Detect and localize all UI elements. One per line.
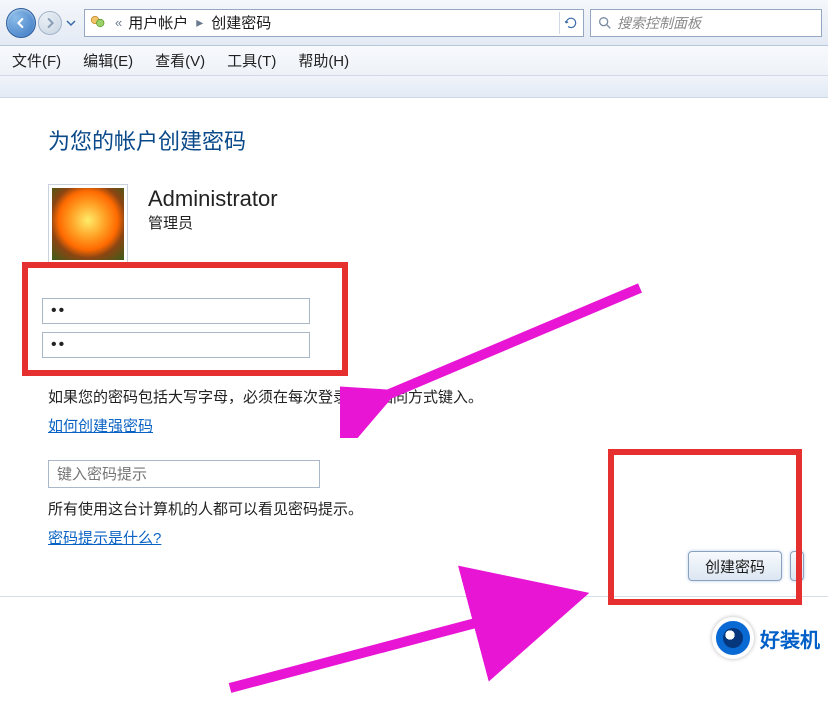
search-placeholder: 搜索控制面板 (617, 13, 701, 33)
account-role: 管理员 (148, 212, 278, 233)
explorer-navbar: « 用户帐户 ▸ 创建密码 搜索控制面板 (0, 0, 828, 46)
password-fields-highlight (22, 262, 348, 376)
chevron-down-icon (66, 18, 76, 28)
create-password-button[interactable]: 创建密码 (688, 551, 782, 581)
new-password-input[interactable] (42, 298, 310, 324)
breadcrumb-user-accounts[interactable]: 用户帐户 (126, 12, 190, 33)
menu-edit[interactable]: 编辑(E) (83, 50, 133, 71)
avatar-image (52, 188, 124, 260)
forward-button[interactable] (38, 11, 62, 35)
account-avatar (48, 184, 128, 264)
caps-lock-note: 如果您的密码包括大写字母，必须在每次登录时以相同方式键入。 (48, 386, 788, 407)
annotation-arrow-2 (200, 538, 600, 708)
hint-visibility-note: 所有使用这台计算机的人都可以看见密码提示。 (48, 498, 788, 519)
confirm-password-input[interactable] (42, 332, 310, 358)
page-title: 为您的帐户创建密码 (48, 124, 788, 156)
refresh-button[interactable] (559, 12, 581, 34)
account-header: Administrator 管理员 (48, 184, 788, 264)
menu-bar: 文件(F) 编辑(E) 查看(V) 工具(T) 帮助(H) (0, 46, 828, 76)
arrow-left-icon (13, 15, 29, 31)
annotation-arrow-1 (340, 268, 660, 438)
breadcrumb-separator: ▸ (196, 14, 203, 31)
search-icon (597, 15, 613, 31)
password-hint-link[interactable]: 密码提示是什么? (48, 527, 161, 548)
watermark: 好装机 (712, 617, 820, 659)
nav-history-dropdown[interactable] (64, 11, 78, 35)
user-accounts-icon (89, 14, 107, 32)
address-bar[interactable]: « 用户帐户 ▸ 创建密码 (84, 9, 584, 37)
cancel-button-truncated[interactable] (790, 551, 804, 581)
strong-password-link[interactable]: 如何创建强密码 (48, 415, 153, 436)
watermark-text: 好装机 (760, 624, 820, 653)
content-area: 为您的帐户创建密码 Administrator 管理员 如果您的密码包括大写字母… (0, 98, 828, 597)
button-highlight-box (608, 449, 802, 605)
footer-separator (0, 596, 828, 597)
watermark-logo-icon (712, 617, 754, 659)
account-name: Administrator (148, 186, 278, 212)
menu-tools[interactable]: 工具(T) (227, 50, 276, 71)
back-button[interactable] (6, 8, 36, 38)
search-box[interactable]: 搜索控制面板 (590, 9, 822, 37)
breadcrumb-root-chevrons[interactable]: « (115, 15, 122, 30)
dialog-buttons: 创建密码 (688, 551, 804, 581)
menu-view[interactable]: 查看(V) (155, 50, 205, 71)
arrow-right-icon (42, 15, 58, 31)
password-hint-input[interactable] (48, 460, 320, 488)
menu-help[interactable]: 帮助(H) (298, 50, 349, 71)
menu-file[interactable]: 文件(F) (12, 50, 61, 71)
toolbar-stripe (0, 76, 828, 98)
breadcrumb-create-password[interactable]: 创建密码 (209, 12, 273, 33)
refresh-icon (564, 16, 578, 30)
